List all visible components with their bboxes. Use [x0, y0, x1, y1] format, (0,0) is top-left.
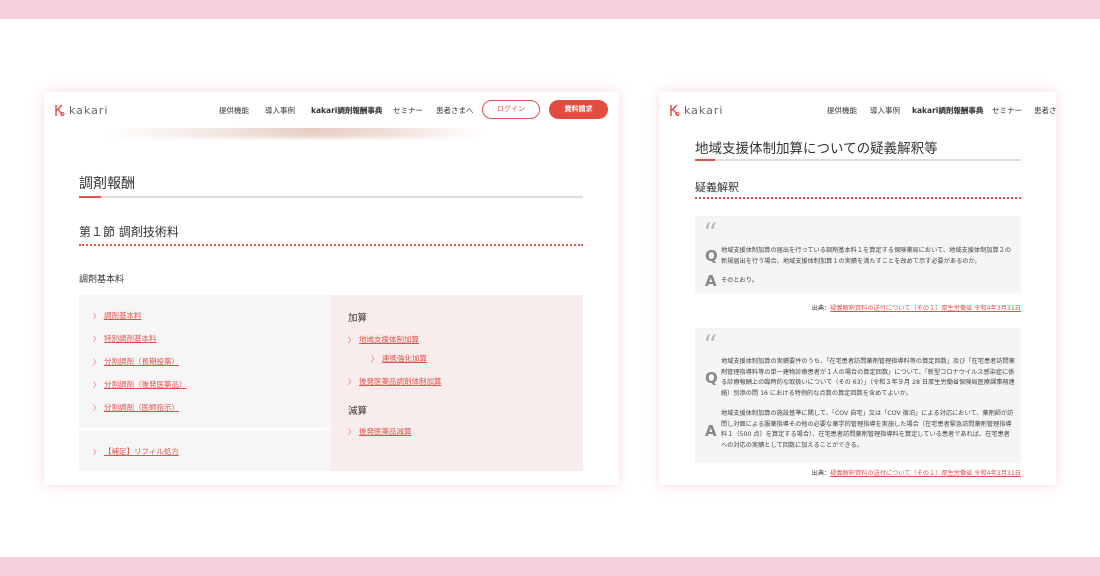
nav-item-dictionary[interactable]: kakari調剤報酬事典 — [912, 105, 992, 116]
chevron-right-icon: 〉 — [93, 404, 100, 412]
section-heading: 第１節 調剤技術料 — [79, 225, 179, 239]
quote-icon: “ — [703, 217, 718, 250]
chevron-right-icon: 〉 — [371, 355, 378, 363]
page-title: 地域支援体制加算についての疑義解釈等 — [695, 141, 938, 157]
link-split-doctor[interactable]: 〉分割調剤（医師指示） — [93, 402, 179, 413]
chevron-right-icon: 〉 — [348, 428, 355, 436]
question-text: 地域支援体制加算の届出を行っている調剤基本料１を算定する保険薬局において、地域支… — [721, 247, 1012, 265]
chevron-right-icon: 〉 — [93, 448, 100, 456]
link-cooperation-enhancement[interactable]: 〉連携強化加算 — [371, 353, 427, 364]
top-pink-band — [0, 0, 1100, 19]
source-prefix: 出典： — [811, 305, 831, 312]
question-text: 地域支援体制加算の実績要件のうち、「在宅患者訪問薬剤管理指導料等の算定回数」及び… — [721, 358, 1015, 397]
source-prefix: 出典： — [811, 470, 831, 477]
left-screenshot-card: kakari 提供機能 導入事例 kakari調剤報酬事典 セミナー 患者さまへ… — [44, 92, 619, 485]
addition-heading: 加算 — [348, 313, 368, 324]
chevron-right-icon: 〉 — [348, 336, 355, 344]
link-label: 特別調剤基本料 — [104, 334, 157, 343]
chevron-right-icon: 〉 — [93, 335, 100, 343]
main-nav: 提供機能 導入事例 kakari調剤報酬事典 セミナー 患者さ — [827, 105, 1056, 116]
chevron-right-icon: 〉 — [93, 358, 100, 366]
nav-item-features[interactable]: 提供機能 — [827, 105, 870, 116]
answer-marker: A — [705, 272, 717, 290]
link-generic-system[interactable]: 〉後発医薬品調剤体制加算 — [348, 376, 442, 387]
answer-marker: A — [705, 422, 717, 440]
title-underline — [695, 159, 1021, 161]
chevron-right-icon: 〉 — [93, 381, 100, 389]
link-special-basic-fee[interactable]: 〉特別調剤基本料 — [93, 333, 157, 344]
site-header: kakari 提供機能 導入事例 kakari調剤報酬事典 セミナー 患者さまへ… — [44, 92, 619, 128]
right-screenshot-card: kakari 提供機能 導入事例 kakari調剤報酬事典 セミナー 患者さ 地… — [659, 92, 1056, 485]
question-marker: Q — [705, 247, 718, 265]
qa-source: 出典：疑義解釈資料の送付について（その１）厚生労働省 令和4年3月31日 — [812, 303, 1021, 312]
link-label: 調剤基本料 — [104, 311, 142, 320]
nav-item-seminar[interactable]: セミナー — [992, 105, 1034, 116]
link-basic-fee[interactable]: 〉調剤基本料 — [93, 310, 142, 321]
nav-item-cases[interactable]: 導入事例 — [870, 105, 912, 116]
link-label: 分割調剤（医師指示） — [104, 403, 179, 412]
nav-item-features[interactable]: 提供機能 — [219, 105, 265, 116]
main-nav: 提供機能 導入事例 kakari調剤報酬事典 セミナー 患者さまへ — [219, 105, 476, 116]
answer-text: 地域支援体制加算の施設基準に関して、「COV 自宅」又は「COV 宿泊」による対… — [721, 410, 1014, 449]
section-dotted-rule — [79, 244, 583, 246]
link-label: 連携強化加算 — [382, 354, 427, 363]
qa-card: “ Q 地域支援体制加算の届出を行っている調剤基本料１を算定する保険薬局において… — [695, 216, 1021, 293]
bottom-pink-band — [0, 557, 1100, 576]
page-heading: 調剤報酬 — [79, 176, 135, 192]
link-label: 後発医薬品減算 — [359, 427, 412, 436]
link-label: 後発医薬品調剤体制加算 — [359, 377, 442, 386]
reduction-heading: 減算 — [348, 406, 368, 417]
heading-underline-accent — [79, 196, 101, 198]
quote-icon: “ — [703, 329, 718, 362]
link-generic-reduction[interactable]: 〉後発医薬品減算 — [348, 426, 412, 437]
brand-name: kakari — [684, 104, 724, 117]
source-link[interactable]: 疑義解釈資料の送付について（その１）厚生労働省 令和4年3月31日 — [830, 470, 1021, 477]
link-label: 分割調剤（後発医薬品） — [104, 380, 187, 389]
title-underline-accent — [695, 159, 715, 161]
panel-divider — [79, 428, 331, 430]
request-docs-button[interactable]: 資料請求 — [549, 100, 608, 119]
link-label: 【補足】リフィル処方 — [104, 447, 179, 456]
nav-item-patients[interactable]: 患者さ — [1034, 105, 1056, 116]
link-label: 地域支援体制加算 — [359, 335, 419, 344]
link-refill-prescription[interactable]: 〉【補足】リフィル処方 — [93, 446, 179, 457]
chevron-right-icon: 〉 — [348, 378, 355, 386]
section-dotted-rule — [695, 197, 1021, 199]
brand-logo[interactable]: kakari — [54, 104, 108, 117]
brand-name: kakari — [69, 104, 109, 117]
nav-item-dictionary[interactable]: kakari調剤報酬事典 — [311, 105, 393, 116]
link-split-long-term[interactable]: 〉分割調剤（長期投薬） — [93, 356, 179, 367]
source-link[interactable]: 疑義解釈資料の送付について（その１）厚生労働省 令和4年3月31日 — [830, 305, 1021, 312]
kakari-logo-icon — [670, 104, 680, 117]
link-regional-support[interactable]: 〉地域支援体制加算 — [348, 334, 419, 345]
section-heading: 疑義解釈 — [695, 181, 739, 194]
nav-item-cases[interactable]: 導入事例 — [265, 105, 311, 116]
site-header: kakari 提供機能 導入事例 kakari調剤報酬事典 セミナー 患者さ — [659, 92, 1056, 128]
chevron-right-icon: 〉 — [93, 312, 100, 320]
nav-item-patients[interactable]: 患者さまへ — [436, 105, 476, 116]
question-marker: Q — [705, 369, 718, 387]
subsection-heading: 調剤基本料 — [79, 275, 125, 285]
link-split-generic[interactable]: 〉分割調剤（後発医薬品） — [93, 379, 187, 390]
kakari-logo-icon — [55, 104, 65, 117]
heading-underline — [79, 196, 583, 198]
qa-source: 出典：疑義解釈資料の送付について（その１）厚生労働省 令和4年3月31日 — [812, 468, 1021, 477]
nav-item-seminar[interactable]: セミナー — [393, 105, 436, 116]
link-label: 分割調剤（長期投薬） — [104, 357, 179, 366]
login-button[interactable]: ログイン — [482, 100, 540, 119]
answer-text: そのとおり。 — [721, 277, 759, 284]
brand-logo[interactable]: kakari — [669, 104, 723, 117]
qa-card: “ Q 地域支援体制加算の実績要件のうち、「在宅患者訪問薬剤管理指導料等の算定回… — [695, 328, 1021, 463]
